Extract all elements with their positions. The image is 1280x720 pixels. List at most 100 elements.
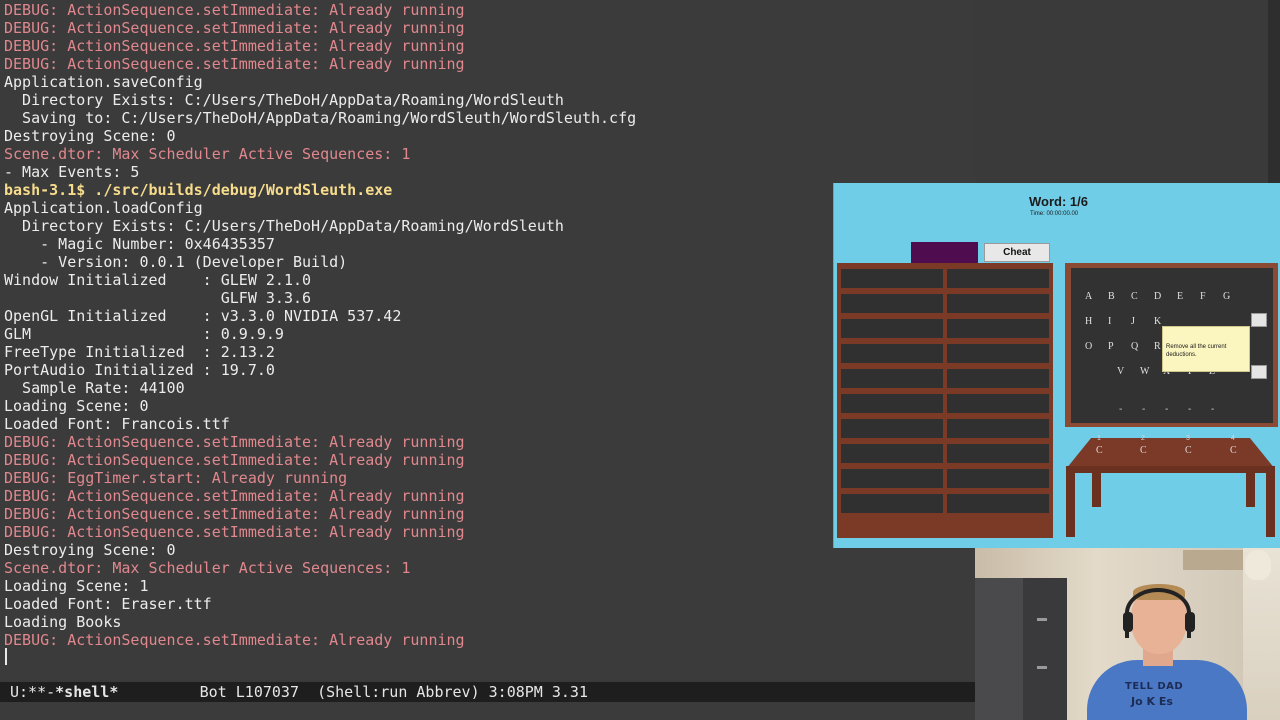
answer-blank: - xyxy=(1142,404,1146,415)
letter-tile[interactable]: C xyxy=(1131,291,1138,302)
letter-tile[interactable]: H xyxy=(1085,316,1092,327)
book-slot[interactable] xyxy=(947,444,1049,463)
purple-button[interactable] xyxy=(911,242,978,263)
letter-tile[interactable]: B xyxy=(1108,291,1115,302)
terminal-buffer[interactable]: DEBUG: ActionSequence.setImmediate: Alre… xyxy=(0,0,975,680)
webcam-shelf xyxy=(1183,550,1243,570)
buffer-position: Bot L107037 xyxy=(199,683,299,701)
book-slot[interactable] xyxy=(841,269,943,288)
tooltip: Remove all the current deductions. xyxy=(1162,326,1250,372)
answer-blank: - xyxy=(1119,404,1123,415)
terminal-line: FreeType Initialized : 2.13.2 xyxy=(4,343,275,361)
terminal-line: Application.saveConfig xyxy=(4,73,203,91)
terminal-line: bash-3.1$ ./src/builds/debug/WordSleuth.… xyxy=(4,181,393,199)
terminal-line: DEBUG: ActionSequence.setImmediate: Alre… xyxy=(4,37,465,55)
letter-tile[interactable]: P xyxy=(1108,341,1114,352)
terminal-line: GLM : 0.9.9.9 xyxy=(4,325,284,343)
terminal-line: Directory Exists: C:/Users/TheDoH/AppDat… xyxy=(4,91,564,109)
table-letter[interactable]: C xyxy=(1096,445,1103,456)
answer-blank: - xyxy=(1165,404,1169,415)
table-letter[interactable]: C xyxy=(1230,445,1237,456)
letter-tile[interactable]: K xyxy=(1154,316,1161,327)
table-leg xyxy=(1066,473,1075,537)
table-slot-number: 4 xyxy=(1231,435,1235,442)
terminal-line: Scene.dtor: Max Scheduler Active Sequenc… xyxy=(4,145,411,163)
terminal-line: - Version: 0.0.1 (Developer Build) xyxy=(4,253,348,271)
headset-ear-left xyxy=(1123,612,1133,632)
answer-blank: - xyxy=(1211,404,1215,415)
table-letter[interactable]: C xyxy=(1140,445,1147,456)
terminal-line: DEBUG: ActionSequence.setImmediate: Alre… xyxy=(4,55,465,73)
book-slot[interactable] xyxy=(947,369,1049,388)
echo-area xyxy=(0,702,975,720)
headset-icon xyxy=(1125,588,1191,638)
book-slot[interactable] xyxy=(947,394,1049,413)
book-slot[interactable] xyxy=(841,419,943,438)
terminal-line: DEBUG: ActionSequence.setImmediate: Alre… xyxy=(4,505,465,523)
terminal-line: Directory Exists: C:/Users/TheDoH/AppDat… xyxy=(4,217,564,235)
terminal-line: Destroying Scene: 0 xyxy=(4,127,176,145)
letter-tile[interactable]: F xyxy=(1200,291,1206,302)
timer: Time: 00:00:00.00 xyxy=(1030,211,1079,217)
terminal-line: DEBUG: ActionSequence.setImmediate: Alre… xyxy=(4,631,465,649)
terminal-line: Scene.dtor: Max Scheduler Active Sequenc… xyxy=(4,559,411,577)
book-slot[interactable] xyxy=(841,394,943,413)
skull xyxy=(1245,550,1271,580)
letter-tile[interactable]: D xyxy=(1154,291,1161,302)
letter-tile[interactable]: A xyxy=(1085,291,1092,302)
book-slot[interactable] xyxy=(841,319,943,338)
letter-tile[interactable]: V xyxy=(1117,366,1124,377)
book-slot[interactable] xyxy=(841,469,943,488)
letter-tile[interactable]: J xyxy=(1131,316,1135,327)
letter-tile[interactable]: Q xyxy=(1131,341,1138,352)
book-slot[interactable] xyxy=(947,494,1049,513)
book-slot[interactable] xyxy=(947,319,1049,338)
small-button[interactable] xyxy=(1251,365,1267,379)
book-slot[interactable] xyxy=(841,369,943,388)
cabinet-handle xyxy=(1037,618,1047,621)
terminal-line: Loaded Font: Eraser.ttf xyxy=(4,595,212,613)
cheat-button[interactable]: Cheat xyxy=(984,243,1050,262)
book-slot[interactable] xyxy=(947,294,1049,313)
book-slot[interactable] xyxy=(841,494,943,513)
table-rim xyxy=(1066,466,1275,473)
book-slot[interactable] xyxy=(841,444,943,463)
book-slot[interactable] xyxy=(947,344,1049,363)
letter-tile[interactable]: E xyxy=(1177,291,1183,302)
scrollbar-area xyxy=(1268,0,1280,183)
terminal-line: Destroying Scene: 0 xyxy=(4,541,176,559)
table-letter[interactable]: C xyxy=(1185,445,1192,456)
letter-tile[interactable]: G xyxy=(1223,291,1230,302)
letter-tile[interactable]: W xyxy=(1140,366,1149,377)
buffer-name[interactable]: *shell* xyxy=(55,683,118,701)
letter-tile[interactable]: I xyxy=(1108,316,1111,327)
terminal-line: DEBUG: ActionSequence.setImmediate: Alre… xyxy=(4,19,465,37)
terminal-line: Loaded Font: Francois.ttf xyxy=(4,415,230,433)
book-slot[interactable] xyxy=(947,469,1049,488)
book-slot[interactable] xyxy=(947,269,1049,288)
clear-deductions-button[interactable] xyxy=(1251,313,1267,327)
book-slot[interactable] xyxy=(947,419,1049,438)
terminal-line: OpenGL Initialized : v3.3.0 NVIDIA 537.4… xyxy=(4,307,402,325)
book-slot[interactable] xyxy=(841,344,943,363)
terminal-line: PortAudio Initialized : 19.7.0 xyxy=(4,361,275,379)
load-average: 3.31 xyxy=(551,683,588,701)
book-slot[interactable] xyxy=(841,294,943,313)
terminal-line: DEBUG: ActionSequence.setImmediate: Alre… xyxy=(4,523,465,541)
shirt-text-line1: TELL DAD xyxy=(1125,681,1184,692)
major-modes[interactable]: (Shell:run Abbrev) xyxy=(317,683,480,701)
terminal-line: DEBUG: ActionSequence.setImmediate: Alre… xyxy=(4,1,465,19)
game-window[interactable]: Word: 1/6 Time: 00:00:00.00 Cheat A B C D E F… xyxy=(833,183,1280,548)
table-leg xyxy=(1246,473,1255,507)
webcam-overlay: TELL DAD Jo K Es xyxy=(975,548,1280,720)
headset-ear-right xyxy=(1185,612,1195,632)
shirt-text-line2: Jo K Es xyxy=(1131,695,1173,708)
letter-tile[interactable]: O xyxy=(1085,341,1092,352)
terminal-line: Loading Books xyxy=(4,613,122,631)
terminal-line: Saving to: C:/Users/TheDoH/AppData/Roami… xyxy=(4,109,637,127)
letter-tile[interactable]: R xyxy=(1154,341,1161,352)
terminal-line: DEBUG: ActionSequence.setImmediate: Alre… xyxy=(4,451,465,469)
